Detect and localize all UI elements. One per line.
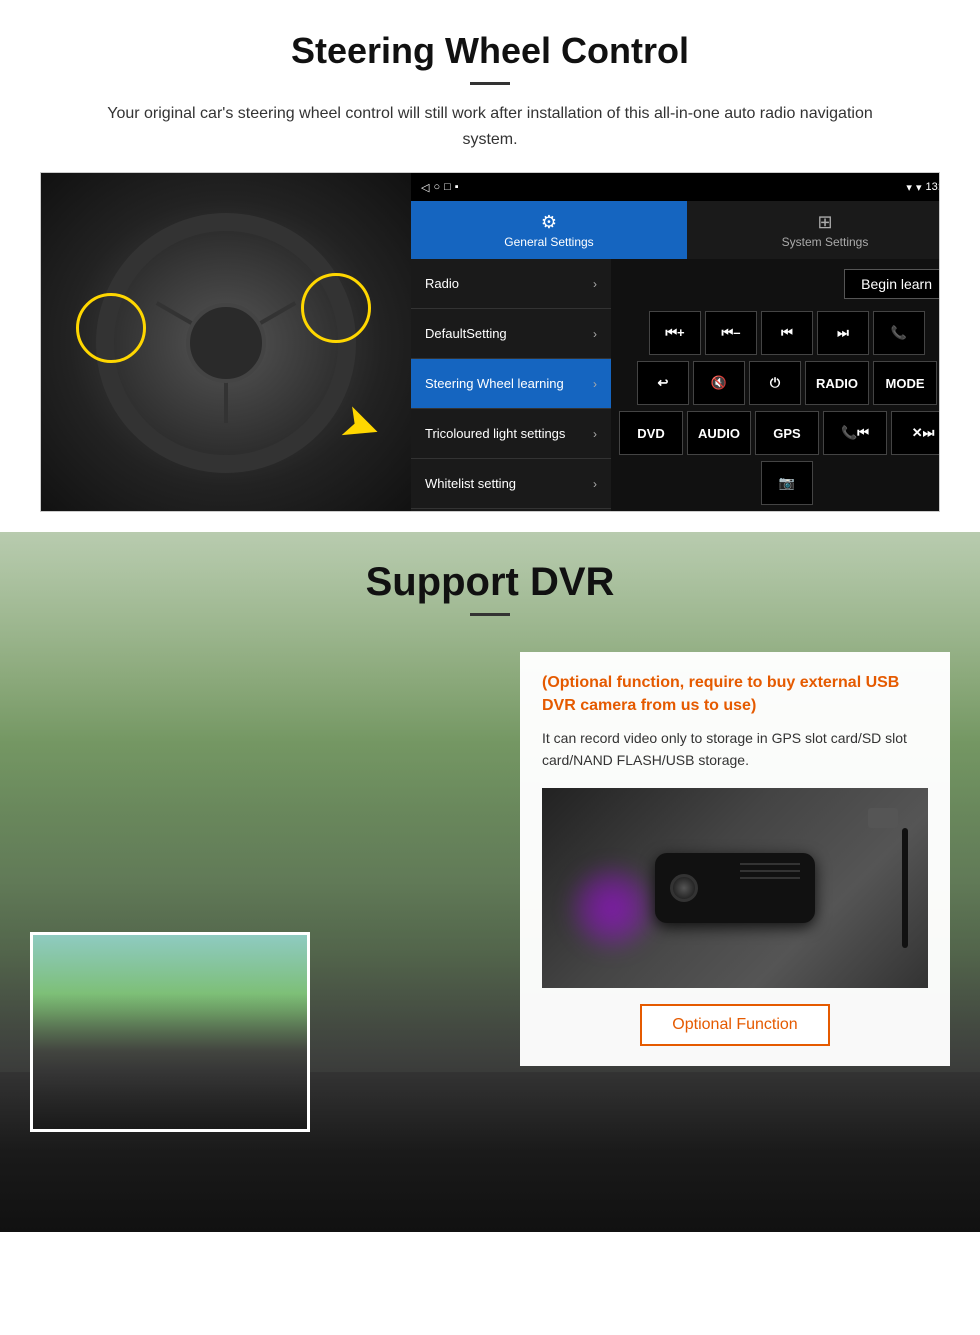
purple-glow [572,868,652,948]
grille-line [740,870,800,872]
wheel-inner [186,303,266,383]
signal-icon: ▾ [906,181,912,194]
menu-radio[interactable]: Radio › [411,259,611,309]
grille-line [740,863,800,865]
chevron-icon: › [593,477,597,491]
gear-icon: ⚙ [541,212,557,233]
back-icon: ◁ [421,181,429,194]
dvr-info-card: (Optional function, require to buy exter… [520,652,950,1066]
radio-button[interactable]: RADIO [805,361,869,405]
call-prev-button[interactable]: 📞⏮ [823,411,887,455]
dvr-camera-illustration [542,788,928,988]
recents-icon: □ [444,181,451,193]
menu-steering-label: Steering Wheel learning [425,376,564,391]
mode-button[interactable]: MODE [873,361,937,405]
control-buttons-area: Begin learn ⏮+ ⏮– ⏮ ⏭ 📞 ↩ 🔇 ⏻ [611,259,940,511]
highlight-circle-left [76,293,146,363]
menu-tricoloured-label: Tricoloured light settings [425,426,565,441]
usb-cable [902,828,908,948]
camera-grille [740,863,800,879]
dvr-divider [470,613,510,616]
steering-demo: ➤ ◁ ○ □ ▪ ▾ ▾ 13:13 [40,172,940,512]
grille-line [740,877,800,879]
button-row-1: ⏮+ ⏮– ⏮ ⏭ 📞 [611,309,940,357]
button-row-2: ↩ 🔇 ⏻ RADIO MODE [611,359,940,407]
gps-button[interactable]: GPS [755,411,819,455]
network-icon: ⊞ [817,212,832,233]
settings-tabs: ⚙ General Settings ⊞ System Settings [411,201,940,259]
optional-function-button[interactable]: Optional Function [640,1004,829,1046]
close-next-button[interactable]: ✕⏭ [891,411,940,455]
steering-description: Your original car's steering wheel contr… [80,101,900,152]
menu-radio-label: Radio [425,276,459,291]
chevron-icon: › [593,377,597,391]
hangup-button[interactable]: ↩ [637,361,689,405]
menu-tricoloured[interactable]: Tricoloured light settings › [411,409,611,459]
dvr-card-title: (Optional function, require to buy exter… [542,672,928,717]
settings-menu: Radio › DefaultSetting › Steering Wheel … [411,259,611,511]
menu-steering-wheel-learning[interactable]: Steering Wheel learning › [411,359,611,409]
status-bar: ◁ ○ □ ▪ ▾ ▾ 13:13 [411,173,940,201]
begin-learn-row: Begin learn [611,259,940,309]
tab-general-label: General Settings [504,235,593,249]
begin-learn-button[interactable]: Begin learn [844,269,940,299]
power-button[interactable]: ⏻ [749,361,801,405]
mute-button[interactable]: 🔇 [693,361,745,405]
audio-button[interactable]: AUDIO [687,411,751,455]
dvr-title: Support DVR [0,560,980,605]
chevron-icon: › [593,277,597,291]
status-right: ▾ ▾ 13:13 [906,181,940,194]
menu-default-setting[interactable]: DefaultSetting › [411,309,611,359]
dvd-button[interactable]: DVD [619,411,683,455]
menu-whitelist-label: Whitelist setting [425,476,516,491]
vol-down-button[interactable]: ⏮– [705,311,757,355]
steering-wheel: ➤ [41,173,411,512]
steering-section: Steering Wheel Control Your original car… [0,0,980,532]
vol-up-button[interactable]: ⏮+ [649,311,701,355]
dvr-section: Support DVR (Optional function, require … [0,532,980,1232]
tab-system-label: System Settings [782,235,869,249]
dvr-thumbnail [30,932,310,1132]
chevron-icon: › [593,327,597,341]
menu-buttons-area: Radio › DefaultSetting › Steering Wheel … [411,259,940,511]
dvr-title-wrap: Support DVR [0,532,980,616]
title-divider [470,82,510,85]
button-row-3: DVD AUDIO GPS 📞⏮ ✕⏭ [611,409,940,457]
menu-icon: ▪ [455,181,459,193]
menu-default-label: DefaultSetting [425,326,507,341]
wifi-icon: ▾ [916,181,922,194]
time-display: 13:13 [925,181,940,193]
steering-title: Steering Wheel Control [40,30,940,72]
camera-body [655,853,815,923]
highlight-circle-right [301,273,371,343]
next-button[interactable]: ⏭ [817,311,869,355]
menu-whitelist[interactable]: Whitelist setting › [411,459,611,509]
nav-icons: ◁ ○ □ ▪ [421,181,459,194]
camera-lens [670,874,698,902]
tab-general-settings[interactable]: ⚙ General Settings [411,201,687,259]
camera-button[interactable]: 📷 [761,461,813,505]
button-row-4: 📷 [611,459,940,507]
dvr-card-body: It can record video only to storage in G… [542,727,928,772]
prev-button[interactable]: ⏮ [761,311,813,355]
call-button[interactable]: 📞 [873,311,925,355]
home-icon: ○ [433,181,440,193]
usb-connector [868,808,898,828]
android-ui: ◁ ○ □ ▪ ▾ ▾ 13:13 ⚙ General Settings [411,173,940,511]
steering-photo: ➤ [41,173,411,512]
tab-system-settings[interactable]: ⊞ System Settings [687,201,940,259]
chevron-icon: › [593,427,597,441]
